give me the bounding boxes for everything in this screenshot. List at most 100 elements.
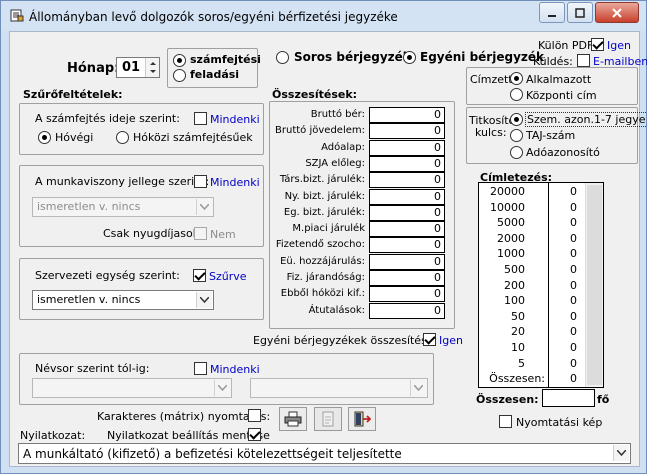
summary-row-value[interactable]: 0 <box>369 139 445 156</box>
summary-row-label: Eg. bizt. járulék: <box>283 206 365 218</box>
minimize-icon <box>548 14 556 17</box>
summary-row-label: Társ.bizt. járulék: <box>279 174 365 186</box>
denomination-count: 0 <box>570 341 577 354</box>
chevron-down-icon[interactable] <box>214 380 230 396</box>
list-type-radio-egyeni[interactable] <box>403 51 416 64</box>
summary-row-value[interactable]: 0 <box>369 107 445 123</box>
denomination-count: 0 <box>570 372 577 386</box>
chevron-down-icon[interactable] <box>410 380 426 396</box>
denomination-value: 10 <box>511 341 525 354</box>
summary-row-value[interactable]: 0 <box>369 237 445 254</box>
employment-select[interactable]: ismeretlen v. nincs <box>32 197 214 217</box>
declaration-select[interactable]: A munkáltató (kifizető) a befizetési köt… <box>18 443 631 464</box>
mode-radio-szamfejtesi[interactable] <box>173 54 186 67</box>
month-label: Hónap: <box>67 61 120 76</box>
name-to-select[interactable] <box>250 378 428 398</box>
org-filter-label: Szervezeti egység szerint: <box>35 269 180 282</box>
summary-row-label: SZJA előleg: <box>305 157 365 169</box>
matrix-print-checkbox[interactable] <box>248 409 261 422</box>
encryption-radio-ado[interactable] <box>510 146 523 159</box>
denomination-value: 100 <box>504 294 525 308</box>
pdf-checkbox[interactable] <box>591 38 604 51</box>
summary-row-label: Adóalap: <box>321 141 365 153</box>
summary-row-value[interactable]: 0 <box>369 286 445 303</box>
time-label-hovegi: Hóvégi <box>55 131 94 144</box>
individual-summary-checkbox[interactable] <box>423 333 436 346</box>
filters-title: Szűrőfeltételek: <box>23 88 123 101</box>
scrollbar-thumb[interactable] <box>587 185 602 385</box>
encryption-label-ado: Adóazonosító <box>526 146 600 159</box>
list-type-label-soros: Soros bérjegyzék <box>294 50 411 64</box>
summary-row-label: Ebből hóközi kif.: <box>280 288 365 300</box>
denomination-count: 0 <box>570 247 577 261</box>
minimize-button[interactable] <box>539 2 565 23</box>
summary-row-value[interactable]: 0 <box>369 172 445 189</box>
denomination-value: 200 <box>504 278 525 292</box>
denomination-count: 0 <box>570 231 577 245</box>
denomination-value: 20000 <box>490 185 525 198</box>
org-filtered-checkbox[interactable] <box>193 269 206 282</box>
employment-all-checkbox[interactable] <box>194 175 207 188</box>
declaration-select-value: A munkáltató (kifizető) a befizetési köt… <box>23 447 402 461</box>
month-spinner[interactable]: 01 <box>116 57 160 78</box>
summary-row-value[interactable]: 0 <box>369 270 445 286</box>
chevron-down-icon[interactable] <box>196 292 212 308</box>
close-button[interactable] <box>595 2 639 23</box>
name-range-label: Névsor szerint tól-ig: <box>35 362 150 375</box>
chevron-down-icon[interactable] <box>613 445 629 461</box>
summary-row-value[interactable]: 0 <box>369 253 445 270</box>
chevron-down-icon[interactable] <box>196 199 212 215</box>
org-filter-group <box>19 258 264 320</box>
mode-radio-feladasi[interactable] <box>173 69 186 82</box>
employment-filter-label: A munkaviszony jellege szerint: <box>35 175 210 188</box>
recipient-label-kozponti: Központi cím <box>526 89 597 102</box>
recipient-radio-kozponti[interactable] <box>510 88 523 101</box>
print-button[interactable] <box>279 407 307 431</box>
summary-row-label: Fizetendő szocho: <box>275 239 365 251</box>
names-all-checkbox[interactable] <box>194 362 207 375</box>
pension-checkbox[interactable] <box>194 227 207 240</box>
summary-row-value[interactable]: 0 <box>369 302 445 319</box>
summary-row-value[interactable]: 0 <box>369 123 445 140</box>
name-from-select[interactable] <box>32 378 232 398</box>
encryption-radio-taj[interactable] <box>510 129 523 142</box>
maximize-button[interactable] <box>567 2 593 23</box>
denominations-total-field[interactable] <box>542 389 595 407</box>
exit-button[interactable] <box>348 407 376 431</box>
export-button[interactable] <box>314 407 342 431</box>
denomination-count: 0 <box>570 185 577 198</box>
spin-arrows-icon <box>150 62 156 73</box>
document-icon <box>322 411 334 427</box>
denomination-count: 0 <box>570 356 577 370</box>
denomination-count: 0 <box>570 294 577 308</box>
recipient-radio-alkalmazott[interactable] <box>510 72 523 85</box>
denomination-value: 5 <box>518 356 525 370</box>
individual-summary-label: Egyéni bérjegyzékek összesítése: <box>253 334 438 347</box>
summary-row-label: Ny. bizt. járulék: <box>284 190 365 202</box>
declaration-save-checkbox[interactable] <box>248 428 261 441</box>
pension-value: Nem <box>210 228 236 241</box>
summary-row-value[interactable]: 0 <box>369 204 445 221</box>
time-all-checkbox[interactable] <box>194 112 207 125</box>
matrix-print-label: Karakteres (mátrix) nyomtatás: <box>97 410 271 423</box>
month-value: 01 <box>122 60 141 75</box>
summary-row-value[interactable]: 0 <box>369 221 445 238</box>
time-radio-hovegi[interactable] <box>38 131 51 144</box>
print-preview-checkbox[interactable] <box>499 415 512 428</box>
summary-row-label: Bruttó bér: <box>310 109 365 120</box>
denominations-scrollbar[interactable] <box>585 183 603 387</box>
org-select[interactable]: ismeretlen v. nincs <box>32 290 214 310</box>
summary-row-value[interactable]: 0 <box>369 188 445 205</box>
denomination-value: 500 <box>504 263 525 276</box>
encryption-radio-szem[interactable] <box>510 113 523 126</box>
denomination-value: 10000 <box>490 200 525 214</box>
denomination-value: 5000 <box>497 216 525 230</box>
list-type-radio-soros[interactable] <box>276 51 289 64</box>
time-radio-hokozi[interactable] <box>116 131 129 144</box>
summary-row-label: Átutalások: <box>308 304 365 316</box>
month-spin-buttons[interactable] <box>145 58 159 77</box>
org-select-value: ismeretlen v. nincs <box>37 293 141 306</box>
email-checkbox[interactable] <box>577 54 590 67</box>
denominations-table[interactable]: 20000 0 10000 0 5000 0 2000 0 1000 0 500 0 200 0 100 0 5… <box>478 182 604 388</box>
summary-row-value[interactable]: 0 <box>369 155 445 172</box>
